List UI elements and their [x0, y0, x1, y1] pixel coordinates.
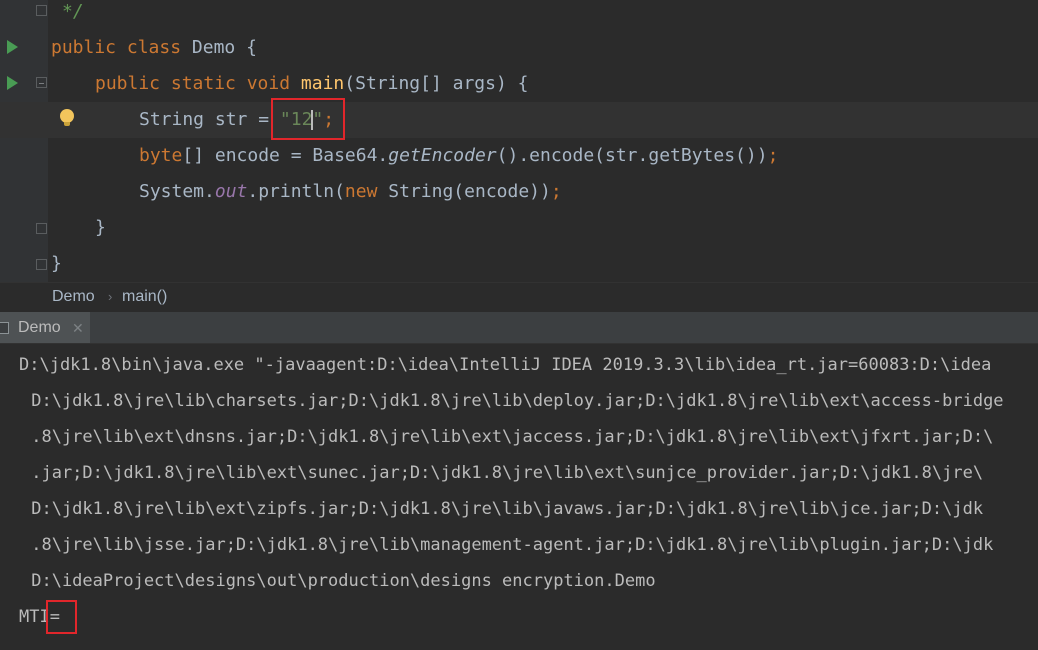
highlight-box-output — [46, 600, 77, 634]
close-icon[interactable]: ✕ — [72, 312, 84, 344]
breadcrumb-method[interactable]: main() — [122, 283, 167, 311]
code-line-8[interactable]: } — [0, 246, 1038, 282]
comment-end: */ — [62, 1, 84, 22]
lightbulb-icon[interactable] — [60, 109, 74, 126]
code-line-1[interactable]: */ — [0, 0, 1038, 30]
highlight-box-input — [271, 98, 345, 140]
code-line-5[interactable]: byte[] encode = Base64.getEncoder().enco… — [0, 138, 1038, 174]
keyword: public class — [51, 37, 192, 58]
code-editor[interactable]: */ public class Demo { public static voi… — [0, 0, 1038, 282]
code-line-6[interactable]: System.out.println(new String(encode)); — [0, 174, 1038, 210]
keyword: public static void — [95, 73, 301, 94]
static-method-call: getEncoder — [388, 145, 497, 166]
code-line-3[interactable]: public static void main(String[] args) { — [0, 66, 1038, 102]
breadcrumb: Demo › main() — [0, 282, 1038, 312]
code-line-4-current[interactable]: String str = "12"; — [0, 102, 1038, 138]
console-line: D:\ideaProject\designs\out\production\de… — [21, 571, 656, 591]
console-line: D:\jdk1.8\jre\lib\ext\zipfs.jar;D:\jdk1.… — [21, 499, 984, 519]
class-name: Demo — [191, 37, 236, 58]
console-line: .jar;D:\jdk1.8\jre\lib\ext\sunec.jar;D:\… — [21, 463, 984, 483]
code-line-7[interactable]: } — [0, 210, 1038, 246]
console-line: .8\jre\lib\jsse.jar;D:\jdk1.8\jre\lib\ma… — [21, 535, 994, 555]
console-line: D:\jdk1.8\jre\lib\charsets.jar;D:\jdk1.8… — [21, 391, 1004, 411]
static-field: out — [214, 181, 248, 202]
run-config-icon — [0, 322, 9, 334]
console-line: .8\jre\lib\ext\dnsns.jar;D:\jdk1.8\jre\l… — [21, 427, 994, 447]
tab-demo-run[interactable]: Demo ✕ — [0, 312, 90, 343]
console-output[interactable]: D:\jdk1.8\bin\java.exe "-javaagent:D:\id… — [0, 344, 1038, 650]
tab-label: Demo — [18, 319, 61, 336]
code-line-2[interactable]: public class Demo { — [0, 30, 1038, 66]
breadcrumb-class[interactable]: Demo — [52, 283, 95, 311]
breadcrumb-separator: › — [108, 289, 113, 304]
method-name: main — [300, 73, 345, 94]
console-line: D:\jdk1.8\bin\java.exe "-javaagent:D:\id… — [19, 355, 992, 375]
run-tool-window-header: Demo ✕ — [0, 312, 1038, 344]
